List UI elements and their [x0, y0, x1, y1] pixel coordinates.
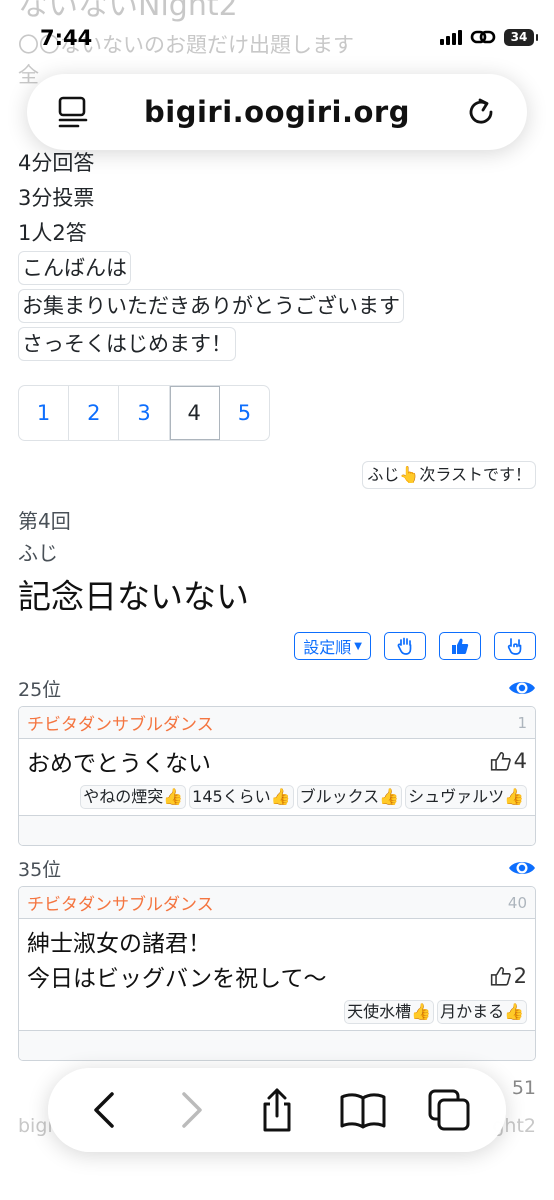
page-link-2[interactable]: 2	[69, 386, 120, 440]
hand-icon	[397, 637, 412, 655]
answer-text-line: 今日はビッグバンを祝して〜	[27, 966, 327, 992]
voter-name: 145くらい	[192, 787, 271, 806]
tabs-button[interactable]	[424, 1085, 474, 1135]
rock-hand-button[interactable]	[494, 632, 536, 660]
greeting-message: さっそくはじめます！	[18, 327, 236, 361]
small-thumbs-up-icon: 👍	[411, 1002, 432, 1021]
share-icon	[263, 1088, 291, 1132]
answer-rank: 35位	[18, 858, 62, 881]
back-button[interactable]	[80, 1085, 130, 1135]
answer-text-line: 紳士淑女の諸君！	[27, 931, 211, 957]
voter-name: 天使水槽	[347, 1002, 412, 1021]
voter-name: やねの煙突	[83, 787, 164, 806]
rule-answers-per-person: 1人2答	[18, 221, 87, 245]
small-thumbs-up-icon: 👍	[504, 1002, 524, 1021]
status-time: 7:44	[40, 26, 93, 50]
thumbs-up-button[interactable]	[439, 632, 481, 660]
voter-list: 天使水槽 👍 月かまる 👍	[27, 1000, 527, 1024]
url-bar[interactable]: bigiri.oogiri.org	[27, 74, 527, 150]
greeting-message: こんばんは	[18, 251, 131, 285]
voter-chip: やねの煙突 👍	[80, 785, 187, 809]
round-host: ふじ	[18, 541, 58, 565]
reload-icon[interactable]	[461, 92, 501, 132]
rule-vote-time: 3分投票	[18, 186, 95, 210]
answer-number: 1	[517, 713, 527, 732]
voter-name: ブルックス	[299, 787, 380, 806]
voter-chip: 天使水槽 👍	[344, 1000, 435, 1024]
answer-number: 40	[507, 893, 527, 912]
thumbs-up-outline-icon	[490, 752, 511, 771]
chevron-left-icon	[94, 1092, 114, 1128]
greeting-message: お集まりいただきありがとうございます	[18, 289, 404, 323]
small-thumbs-up-icon: 👍	[504, 787, 524, 806]
answer-toolbar: 設定順 ▼	[18, 632, 536, 660]
share-button[interactable]	[252, 1085, 302, 1135]
browser-toolbar	[48, 1068, 506, 1152]
sort-order-dropdown[interactable]: 設定順 ▼	[294, 632, 371, 660]
round-label: 第4回	[18, 509, 71, 533]
answer-card: チビタダンサブルダンス 40 紳士淑女の諸君！ 今日はビッグバンを祝して〜 2 …	[18, 886, 536, 1061]
voter-list: やねの煙突 👍 145くらい 👍 ブルックス 👍 シュヴァルツ 👍	[27, 785, 527, 809]
main-content: 4分回答 3分投票 1人2答 こんばんは お集まりいただきありがとうございます …	[18, 146, 536, 1061]
answer-card: チビタダンサブルダンス 1 おめでとうくない 4 やねの煙突 👍 145くらい 👍 …	[18, 706, 536, 846]
round-pagination: 1 2 3 4 5	[18, 385, 270, 441]
eye-icon[interactable]	[508, 858, 536, 878]
thumbs-up-outline-icon	[490, 967, 511, 986]
answer-card-footer	[19, 1030, 535, 1060]
thumbs-up-icon	[452, 638, 469, 654]
vote-count: 2	[513, 964, 527, 988]
answer-text: おめでとうくない	[27, 751, 211, 777]
tabs-icon	[428, 1089, 470, 1131]
link-icon	[470, 30, 496, 44]
vote-total: 2	[490, 964, 527, 988]
caret-down-icon: ▼	[354, 640, 362, 652]
page-link-3[interactable]: 3	[119, 386, 170, 440]
status-icons: 34	[440, 28, 538, 46]
background-footer-left: bigi	[18, 1115, 53, 1137]
rock-hand-icon	[507, 638, 522, 655]
page-link-4-current[interactable]: 4	[169, 386, 220, 440]
vote-count: 4	[513, 749, 527, 773]
answer-rank: 25位	[18, 678, 62, 701]
voter-chip: ブルックス 👍	[296, 785, 403, 809]
eye-icon[interactable]	[508, 678, 536, 698]
voter-chip: 月かまる 👍	[437, 1000, 527, 1024]
battery-icon: 34	[504, 28, 538, 46]
book-icon	[340, 1093, 386, 1129]
announcement-message: ふじ👆次ラストです！	[362, 461, 536, 489]
voter-chip: 145くらい 👍	[189, 785, 294, 809]
sort-order-label: 設定順	[303, 638, 352, 657]
bookmarks-button[interactable]	[338, 1085, 388, 1135]
raise-hand-button[interactable]	[384, 632, 426, 660]
rule-answer-time: 4分回答	[18, 151, 95, 175]
small-thumbs-up-icon: 👍	[270, 787, 291, 806]
answer-card-footer	[19, 815, 535, 845]
background-vote-count: 51	[511, 1077, 536, 1099]
page-link-1[interactable]: 1	[19, 386, 70, 440]
voter-name: シュヴァルツ	[408, 787, 505, 806]
round-theme: 記念日ないない	[18, 577, 249, 616]
small-thumbs-up-icon: 👍	[379, 787, 400, 806]
voter-chip: シュヴァルツ 👍	[405, 785, 527, 809]
chevron-right-icon	[182, 1092, 202, 1128]
vote-total: 4	[490, 749, 527, 773]
forward-button[interactable]	[166, 1085, 216, 1135]
page-menu-icon[interactable]	[53, 92, 93, 132]
status-bar: 7:44 34	[0, 0, 554, 56]
answer-author[interactable]: チビタダンサブルダンス	[27, 890, 214, 915]
url-domain[interactable]: bigiri.oogiri.org	[144, 95, 410, 129]
voter-name: 月かまる	[440, 1002, 505, 1021]
cellular-signal-icon	[440, 29, 462, 45]
answer-author[interactable]: チビタダンサブルダンス	[27, 710, 214, 735]
battery-level: 34	[510, 30, 528, 44]
small-thumbs-up-icon: 👍	[163, 787, 184, 806]
page-link-5[interactable]: 5	[220, 386, 269, 440]
